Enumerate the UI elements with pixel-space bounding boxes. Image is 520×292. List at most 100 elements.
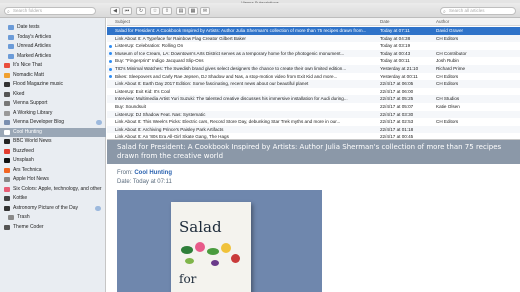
feed-icon: [4, 120, 10, 125]
table-row[interactable]: Interview: Multimedia Artist Yuri Suzuki…: [107, 95, 520, 103]
row-author: CH Editors: [436, 81, 459, 87]
table-row[interactable]: ListenUp: Celebration: Rolling On Today a…: [107, 42, 520, 50]
sidebar-item[interactable]: Vienna Support: [0, 99, 106, 108]
sidebar-item-label: Six Colors: Apple, technology, and other: [13, 185, 102, 192]
row-subject: Bikes: Sleepovers and Carly Rae Jepsen, …: [115, 73, 338, 79]
search-icon: ⌕: [443, 9, 446, 15]
row-author: David Graver: [436, 28, 464, 33]
row-author: CH Editors: [436, 73, 459, 79]
row-date: Today at 00:43: [380, 50, 411, 56]
date-column-header[interactable]: Date: [380, 18, 390, 25]
row-subject: Link About It: Archiving Prince's Paisle…: [115, 126, 224, 132]
article-preview: Salad for President: A Cookbook Inspired…: [107, 139, 520, 292]
sidebar-item-label: Nomadic Matt: [13, 71, 44, 78]
sidebar-item-label: Ars Technica: [13, 166, 42, 173]
feed-icon: [4, 91, 10, 97]
refresh-button[interactable]: ↻: [136, 7, 146, 15]
feed-icon: [4, 82, 10, 87]
sidebar-item-label: Unread Articles: [17, 43, 51, 49]
sidebar-item-label: A Working Library: [13, 109, 53, 116]
skip-button[interactable]: ⏮: [122, 7, 132, 15]
sidebar-item-label: Astronomy Picture of the Day: [13, 204, 79, 211]
smart-folder-icon: [8, 44, 14, 49]
search-icon: ⌕: [7, 9, 10, 15]
unread-count-badge: [96, 120, 102, 125]
table-row[interactable]: Link About It: This Week's Picks: Electr…: [107, 118, 520, 126]
sidebar-item[interactable]: Trash: [0, 213, 106, 222]
row-date: 22/4/17 at 03:30: [380, 111, 414, 117]
subject-column-header[interactable]: Subject: [115, 18, 130, 25]
sidebar-item-label: Cool Hunting: [13, 128, 42, 135]
table-row[interactable]: Link About It: Archiving Prince's Paisle…: [107, 125, 520, 134]
sidebar-item[interactable]: Kked: [0, 90, 106, 99]
sidebar-item[interactable]: Theme Coder: [0, 223, 106, 232]
sidebar-item[interactable]: Vienna Developer Blog: [0, 118, 106, 127]
layout-button[interactable]: ▤: [176, 7, 186, 15]
back-button[interactable]: ◀: [110, 7, 120, 15]
sidebar-item[interactable]: BBC World News: [0, 137, 106, 146]
sidebar-item[interactable]: Date tests: [0, 23, 106, 32]
table-row[interactable]: Link About It: A Typeface for Rainbow Fl…: [107, 34, 520, 43]
table-row[interactable]: Buy: Soundsuit 22/4/17 at 05:07 Katie Olse…: [107, 103, 520, 111]
row-date: Today at 00:11: [380, 58, 410, 64]
row-subject: Buy: Soundsuit: [115, 104, 146, 109]
table-row[interactable]: Salad for President: A Cookbook Inspired…: [107, 27, 520, 35]
preview-title: Salad for President: A Cookbook Inspired…: [107, 140, 520, 164]
row-subject: ListenUp: Celebration: Rolling On: [115, 43, 184, 49]
sidebar-item[interactable]: Astronomy Picture of the Day: [0, 204, 106, 213]
sidebar-item-label: Vienna Developer Blog: [13, 119, 65, 125]
row-author: Josh Rubin: [436, 58, 459, 64]
sidebar-item[interactable]: Flood Magazine music: [0, 80, 106, 89]
table-row[interactable]: ListenUp: Exit Kid: It's Cool 22/4/17 at …: [107, 88, 520, 96]
row-date: Today at 04:38: [380, 35, 411, 41]
sidebar-item[interactable]: Today's Articles: [0, 33, 106, 42]
sidebar-item[interactable]: Apple Hot News: [0, 175, 106, 184]
sidebar-item[interactable]: Six Colors: Apple, technology, and other: [0, 185, 106, 194]
unread-dot-icon: [109, 44, 112, 48]
sidebar-item[interactable]: Nomadic Matt: [0, 71, 106, 80]
row-author: Richard Prime: [436, 66, 466, 71]
feed-icon: [4, 167, 10, 173]
table-row[interactable]: Link About It: Earth Day 2017 Edition: S…: [107, 80, 520, 88]
feed-icon: [4, 158, 10, 163]
sidebar-item[interactable]: It's Nice That: [0, 61, 106, 70]
row-author: CH Editors: [436, 35, 459, 41]
sidebar-item-label: Theme Coder: [13, 223, 44, 230]
smart-folder-icon: [8, 53, 14, 59]
mark-button[interactable]: ☆: [150, 7, 160, 15]
feed-icon: [4, 196, 10, 201]
sidebar-item[interactable]: Unsplash: [0, 156, 106, 165]
unread-dot-icon: [109, 67, 112, 71]
sidebar-item[interactable]: Cool Hunting: [0, 127, 106, 137]
table-row[interactable]: TID's Minimal Watches: The Swedish brand…: [107, 65, 520, 73]
feed-icon: [4, 186, 10, 192]
feed-icon: [4, 72, 10, 78]
sidebar-search-input[interactable]: ⌕ Search folders: [4, 7, 96, 15]
unread-dot-icon: [109, 52, 112, 56]
feed-link[interactable]: Cool Hunting: [134, 170, 172, 176]
sidebar-item[interactable]: Ars Technica: [0, 166, 106, 175]
article-search-input[interactable]: ⌕ Search all articles: [440, 7, 516, 15]
sidebar-item-label: Vienna Support: [13, 100, 48, 106]
table-row[interactable]: Bikes: Sleepovers and Carly Rae Jepsen, …: [107, 73, 520, 81]
feed-icon: [4, 129, 10, 135]
author-column-header[interactable]: Author: [436, 18, 449, 25]
table-row[interactable]: Museum of Ice Cream, LA: Downtown's Arts…: [107, 49, 520, 58]
sidebar-item[interactable]: A Working Library: [0, 109, 106, 118]
table-row[interactable]: ListenUp: DJ Shadow Feat. Nas: Systemati…: [107, 110, 520, 119]
share-button[interactable]: ⇧: [162, 7, 172, 15]
book-title-line2: for: [179, 272, 197, 286]
sidebar-item[interactable]: Buzzfeed: [0, 147, 106, 156]
sidebar-item[interactable]: Marked Articles: [0, 52, 106, 61]
sidebar-item[interactable]: Unread Articles: [0, 42, 106, 51]
mail-button[interactable]: ✉: [200, 7, 210, 15]
sidebar-item[interactable]: Kottke: [0, 194, 106, 203]
feed-icon: [4, 101, 10, 106]
row-subject: TID's Minimal Watches: The Swedish brand…: [115, 66, 347, 71]
table-row[interactable]: Buy: "Fingerprint" Indigo Jacquard Slip-…: [107, 57, 520, 65]
view-button[interactable]: ▦: [188, 7, 198, 15]
row-author: CH Studios: [436, 96, 460, 102]
row-subject: ListenUp: DJ Shadow Feat. Nas: Systemati…: [115, 111, 206, 117]
unread-dot-icon: [109, 59, 112, 63]
feed-icon: [4, 224, 10, 230]
